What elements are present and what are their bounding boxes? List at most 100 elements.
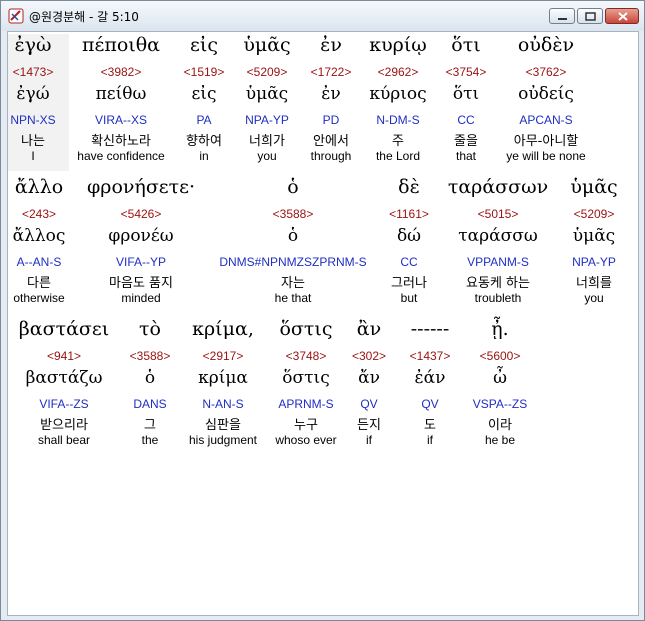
english-gloss: the bbox=[141, 433, 159, 447]
parsing-code: NPN-XS bbox=[10, 113, 56, 127]
lemma: εἰς bbox=[191, 84, 217, 104]
parsing-code: CC bbox=[400, 255, 418, 269]
strong-number[interactable]: <941> bbox=[47, 349, 81, 363]
lemma: κρίμα bbox=[198, 368, 248, 388]
maximize-button[interactable] bbox=[577, 8, 603, 24]
korean-gloss: 향하여 bbox=[186, 134, 222, 149]
greek-word[interactable]: τὸ bbox=[139, 318, 161, 340]
close-icon bbox=[618, 12, 628, 21]
greek-word[interactable]: ὑμᾶς bbox=[243, 34, 290, 56]
lemma: ὅτι bbox=[452, 84, 480, 104]
strong-number[interactable]: <2917> bbox=[203, 349, 244, 363]
lemma: ἄλλος bbox=[12, 226, 66, 246]
greek-word[interactable]: ταράσσων bbox=[448, 176, 548, 198]
parsing-code: VSPA--ZS bbox=[472, 397, 528, 411]
english-gloss: troubleth bbox=[474, 291, 522, 305]
korean-gloss: 줄을 bbox=[454, 134, 478, 149]
strong-number[interactable]: <1519> bbox=[184, 65, 225, 79]
strong-number[interactable]: <5600> bbox=[480, 349, 521, 363]
greek-word[interactable]: ἄλλο bbox=[15, 176, 63, 198]
strong-number[interactable]: <3588> bbox=[273, 207, 314, 221]
strong-number[interactable]: <1437> bbox=[410, 349, 451, 363]
english-gloss: in bbox=[199, 149, 209, 163]
greek-word[interactable]: ἐγὼ bbox=[14, 34, 51, 56]
strong-number[interactable]: <1161> bbox=[389, 207, 429, 221]
english-gloss: the Lord bbox=[375, 149, 421, 163]
korean-gloss: 너희가 bbox=[249, 134, 285, 149]
main-window: @원경분해 - 갈 5:10 ἐγὼ <1473> ἐγώ NPN-XS 나는 … bbox=[0, 0, 645, 621]
greek-word[interactable]: κυρίῳ bbox=[369, 34, 427, 56]
maximize-icon bbox=[585, 12, 596, 21]
lemma: ἐάν bbox=[414, 368, 446, 388]
greek-word[interactable]: ------ bbox=[411, 318, 450, 340]
english-gloss: whoso ever bbox=[275, 433, 337, 447]
greek-word[interactable]: εἰς bbox=[190, 34, 218, 56]
parsing-code: DNMS#NPNMZSZPRNM-S bbox=[219, 255, 367, 269]
greek-word[interactable]: βαστάσει bbox=[19, 318, 109, 340]
parsing-code: QV bbox=[421, 397, 439, 411]
parsing-code: N-AN-S bbox=[202, 397, 244, 411]
parsing-code: NPA-YP bbox=[245, 113, 289, 127]
parsing-code: PD bbox=[322, 113, 340, 127]
korean-gloss: 주 bbox=[392, 134, 404, 149]
parsing-code: QV bbox=[360, 397, 378, 411]
english-gloss: you bbox=[584, 291, 604, 305]
korean-gloss: 아무-아니할 bbox=[513, 134, 579, 149]
strong-number[interactable]: <2962> bbox=[378, 65, 419, 79]
strong-number[interactable]: <3748> bbox=[286, 349, 327, 363]
lemma: ταράσσω bbox=[458, 226, 538, 246]
korean-gloss: 요동케 하는 bbox=[466, 276, 530, 291]
korean-gloss: 도 bbox=[424, 418, 436, 433]
greek-word[interactable]: ᾖ. bbox=[491, 318, 508, 340]
korean-gloss: 자는 bbox=[281, 276, 305, 291]
lemma: δώ bbox=[396, 226, 422, 246]
greek-word[interactable]: ὁ bbox=[287, 176, 298, 198]
title-bar[interactable]: @원경분해 - 갈 5:10 bbox=[1, 1, 644, 31]
strong-number[interactable]: <3754> bbox=[446, 65, 487, 79]
app-icon bbox=[8, 8, 24, 24]
greek-word[interactable]: οὐδὲν bbox=[518, 34, 574, 56]
strong-number[interactable]: <1473> bbox=[13, 65, 54, 79]
greek-word[interactable]: ὅτι bbox=[451, 34, 480, 56]
strong-number[interactable]: <3982> bbox=[101, 65, 142, 79]
strong-number[interactable]: <1722> bbox=[311, 65, 352, 79]
parsing-code: APCAN-S bbox=[519, 113, 573, 127]
parsing-code: PA bbox=[196, 113, 212, 127]
interlinear-view[interactable]: ἐγὼ <1473> ἐγώ NPN-XS 나는 I πέποιθα <3982… bbox=[7, 31, 639, 616]
lemma: ἄν bbox=[358, 368, 380, 388]
english-gloss: minded bbox=[121, 291, 161, 305]
greek-word[interactable]: ἐν bbox=[320, 34, 342, 56]
lemma: πείθω bbox=[95, 84, 147, 104]
greek-word[interactable]: φρονήσετε· bbox=[87, 176, 195, 198]
greek-word[interactable]: ὅστις bbox=[279, 318, 332, 340]
english-gloss: he be bbox=[484, 433, 516, 447]
strong-number[interactable]: <5426> bbox=[121, 207, 162, 221]
lemma: κύριος bbox=[369, 84, 427, 104]
strong-number[interactable]: <5015> bbox=[478, 207, 519, 221]
strong-number[interactable]: <243> bbox=[22, 207, 56, 221]
lemma: οὐδείς bbox=[518, 84, 574, 104]
strong-number[interactable]: <5209> bbox=[574, 207, 615, 221]
greek-word[interactable]: ἂν bbox=[357, 318, 381, 340]
parsing-code: VPPANM-S bbox=[467, 255, 529, 269]
greek-word[interactable]: ὑμᾶς bbox=[570, 176, 617, 198]
greek-word[interactable]: πέποιθα bbox=[82, 34, 160, 56]
lemma: ὁ bbox=[144, 368, 156, 388]
lemma: βαστάζω bbox=[25, 368, 103, 388]
korean-gloss: 누구 bbox=[294, 418, 318, 433]
strong-number[interactable]: <3762> bbox=[526, 65, 567, 79]
greek-word[interactable]: δὲ bbox=[398, 176, 420, 198]
strong-number[interactable]: <5209> bbox=[247, 65, 288, 79]
english-gloss: otherwise bbox=[13, 291, 65, 305]
lemma: ὦ bbox=[493, 368, 507, 388]
korean-gloss: 안에서 bbox=[313, 134, 349, 149]
strong-number[interactable]: <3588> bbox=[130, 349, 171, 363]
korean-gloss: 심판을 bbox=[205, 418, 241, 433]
window-title: @원경분해 - 갈 5:10 bbox=[29, 10, 139, 24]
close-button[interactable] bbox=[605, 8, 639, 24]
greek-word[interactable]: κρίμα, bbox=[192, 318, 254, 340]
minimize-icon bbox=[558, 18, 567, 20]
english-gloss: he that bbox=[274, 291, 312, 305]
minimize-button[interactable] bbox=[549, 8, 575, 24]
strong-number[interactable]: <302> bbox=[352, 349, 386, 363]
